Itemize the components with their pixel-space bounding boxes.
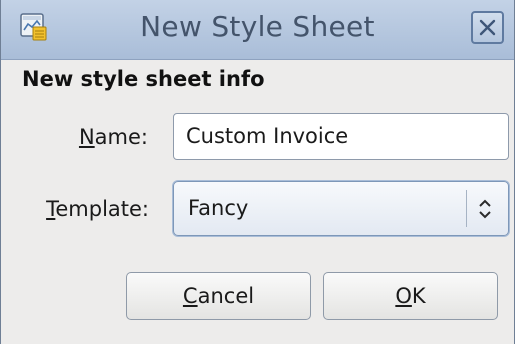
name-input[interactable]: Custom Invoice <box>173 113 509 160</box>
template-selected-value: Fancy <box>188 196 249 220</box>
name-label-mnemonic: N <box>78 125 95 149</box>
template-label-text: emplate: <box>55 197 149 221</box>
template-select[interactable]: Fancy <box>173 181 509 236</box>
ok-mnemonic: O <box>395 284 412 308</box>
close-button[interactable] <box>471 11 504 44</box>
section-title: New style sheet info <box>22 67 265 91</box>
new-style-sheet-dialog: New Style Sheet New style sheet info Nam… <box>0 0 515 344</box>
title-bar[interactable]: New Style Sheet <box>1 0 514 60</box>
template-label: Template: <box>1 197 149 221</box>
ok-button[interactable]: OK <box>323 272 498 320</box>
combo-separator <box>466 190 467 227</box>
window-title: New Style Sheet <box>140 10 375 43</box>
cancel-button[interactable]: Cancel <box>126 272 311 320</box>
name-label: Name: <box>1 125 148 149</box>
cancel-mnemonic: C <box>182 284 198 308</box>
ok-label: K <box>411 284 426 308</box>
template-label-mnemonic: T <box>46 197 56 221</box>
cancel-label: ancel <box>197 284 255 308</box>
chevron-up-down-icon <box>477 197 493 225</box>
name-label-text: ame: <box>94 125 148 149</box>
